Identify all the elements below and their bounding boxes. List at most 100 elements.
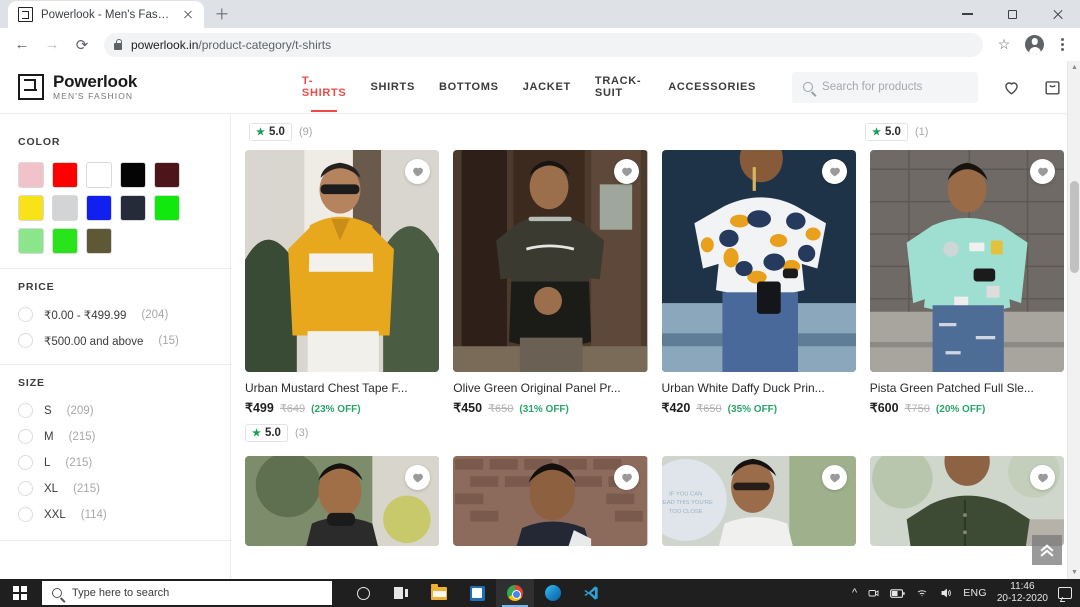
- product-card[interactable]: [453, 456, 648, 546]
- wishlist-button[interactable]: [1030, 159, 1055, 184]
- chevron-up-icon[interactable]: ^: [852, 587, 857, 599]
- google-chrome-icon[interactable]: [496, 579, 534, 607]
- camera-icon[interactable]: [867, 587, 880, 599]
- radio-icon[interactable]: [18, 429, 33, 444]
- wishlist-button[interactable]: [613, 465, 639, 490]
- scrollbar-thumb[interactable]: [1070, 181, 1079, 273]
- color-swatch-white[interactable]: [86, 162, 112, 188]
- color-swatch-pink[interactable]: [18, 162, 44, 188]
- product-image[interactable]: [245, 456, 440, 546]
- plus-icon[interactable]: [208, 0, 236, 28]
- product-card[interactable]: Pista Green Patched Full Sle... ₹600 ₹75…: [869, 150, 1064, 442]
- product-card[interactable]: Olive Green Original Panel Pr... ₹450 ₹6…: [453, 150, 648, 442]
- volume-icon[interactable]: [939, 587, 953, 599]
- nav-item-track-suit[interactable]: TRACK-SUIT: [595, 71, 644, 103]
- page-scrollbar[interactable]: ▲ ▼: [1067, 61, 1080, 579]
- wishlist-button[interactable]: [821, 465, 847, 490]
- cortana-icon[interactable]: [344, 579, 382, 607]
- close-icon[interactable]: [180, 7, 196, 23]
- filter-sidebar: COLOR PRICE ₹0.00 - ₹499.99 (204) ₹500.0…: [0, 114, 231, 579]
- visual-studio-code-icon[interactable]: [572, 579, 610, 607]
- product-card[interactable]: [245, 456, 440, 546]
- clock[interactable]: 11:46 20-12-2020: [997, 581, 1048, 606]
- product-title[interactable]: Olive Green Original Panel Pr...: [453, 381, 647, 395]
- notification-icon[interactable]: [1058, 587, 1072, 599]
- maximize-icon[interactable]: [990, 0, 1035, 28]
- reload-icon[interactable]: ⟳: [68, 31, 96, 59]
- product-title[interactable]: Urban Mustard Chest Tape F...: [245, 381, 439, 395]
- size-option-l[interactable]: L (215): [18, 455, 212, 470]
- color-swatch-red[interactable]: [52, 162, 78, 188]
- scroll-to-top-button[interactable]: [1032, 535, 1062, 565]
- wifi-icon[interactable]: [915, 587, 929, 599]
- radio-icon[interactable]: [18, 455, 33, 470]
- nav-item-bottoms[interactable]: BOTTOMS: [439, 77, 499, 97]
- color-swatch-yellow[interactable]: [18, 195, 44, 221]
- product-card[interactable]: Urban White Daffy Duck Prin... ₹420 ₹650…: [661, 150, 856, 442]
- product-card[interactable]: Urban Mustard Chest Tape F... ₹499 ₹649 …: [245, 150, 440, 442]
- product-image[interactable]: [453, 456, 648, 546]
- browser-tab[interactable]: Powerlook - Men's Fashion: [8, 1, 204, 28]
- account-avatar-icon[interactable]: [1025, 35, 1044, 54]
- address-bar[interactable]: powerlook.in/product-category/t-shirts: [104, 32, 983, 57]
- wishlist-button[interactable]: [1030, 465, 1055, 490]
- size-option-s[interactable]: S (209): [18, 403, 212, 418]
- nav-item-t-shirts[interactable]: T-SHIRTS: [302, 71, 347, 103]
- product-title[interactable]: Pista Green Patched Full Sle...: [870, 381, 1064, 395]
- radio-icon[interactable]: [18, 307, 33, 322]
- size-option-xxl[interactable]: XXL (114): [18, 507, 212, 522]
- price-option-0[interactable]: ₹0.00 - ₹499.99 (204): [18, 307, 212, 322]
- product-title[interactable]: Urban White Daffy Duck Prin...: [662, 381, 856, 395]
- arrow-left-icon[interactable]: ←: [8, 31, 36, 59]
- battery-icon[interactable]: [890, 588, 905, 599]
- color-swatch-black[interactable]: [120, 162, 146, 188]
- task-view-icon[interactable]: [382, 579, 420, 607]
- product-image[interactable]: [661, 150, 856, 372]
- size-option-m[interactable]: M (215): [18, 429, 212, 444]
- kebab-menu-icon[interactable]: [1052, 38, 1072, 51]
- size-option-xl[interactable]: XL (215): [18, 481, 212, 496]
- color-swatch-maroon[interactable]: [154, 162, 180, 188]
- taskbar-search-input[interactable]: Type here to search: [42, 581, 332, 605]
- product-card[interactable]: [869, 456, 1064, 546]
- wishlist-icon[interactable]: [1002, 78, 1021, 97]
- product-image[interactable]: [245, 150, 440, 372]
- color-swatch-olive[interactable]: [86, 228, 112, 254]
- color-swatch-pista-green[interactable]: [18, 228, 44, 254]
- windows-start-icon[interactable]: [0, 579, 40, 607]
- color-swatch-light-grey[interactable]: [52, 195, 78, 221]
- product-image[interactable]: IF YOU CAN READ THIS YOU'RE TOO CLOSE: [661, 456, 856, 546]
- wishlist-button[interactable]: [821, 159, 847, 184]
- product-image[interactable]: [869, 150, 1064, 372]
- scroll-down-arrow-icon[interactable]: ▼: [1068, 566, 1080, 579]
- microsoft-store-icon[interactable]: [458, 579, 496, 607]
- site-logo[interactable]: Powerlook MEN'S FASHION: [18, 73, 296, 101]
- color-swatch-bright-green[interactable]: [52, 228, 78, 254]
- product-image[interactable]: [453, 150, 648, 372]
- scroll-up-arrow-icon[interactable]: ▲: [1068, 61, 1080, 74]
- color-swatch-blue[interactable]: [86, 195, 112, 221]
- star-icon[interactable]: ☆: [991, 32, 1017, 58]
- nav-item-jacket[interactable]: JACKET: [523, 77, 571, 97]
- nav-item-accessories[interactable]: ACCESSORIES: [668, 77, 756, 97]
- nav-item-shirts[interactable]: SHIRTS: [370, 77, 415, 97]
- language-indicator[interactable]: ENG: [963, 587, 987, 599]
- search-input[interactable]: Search for products: [792, 71, 978, 103]
- product-image[interactable]: [869, 456, 1064, 546]
- color-swatch-navy[interactable]: [120, 195, 146, 221]
- radio-icon[interactable]: [18, 507, 33, 522]
- shopping-bag-icon[interactable]: [1043, 78, 1062, 97]
- file-explorer-icon[interactable]: [420, 579, 458, 607]
- price-option-1[interactable]: ₹500.00 and above (15): [18, 333, 212, 348]
- radio-icon[interactable]: [18, 403, 33, 418]
- radio-icon[interactable]: [18, 481, 33, 496]
- radio-icon[interactable]: [18, 333, 33, 348]
- minimize-icon[interactable]: [945, 0, 990, 28]
- arrow-right-icon[interactable]: →: [38, 31, 66, 59]
- color-swatch-green[interactable]: [154, 195, 180, 221]
- wishlist-button[interactable]: [613, 159, 639, 184]
- microsoft-edge-icon[interactable]: [534, 579, 572, 607]
- tab-strip: Powerlook - Men's Fashion: [0, 0, 1080, 28]
- product-card[interactable]: IF YOU CAN READ THIS YOU'RE TOO CLOSE: [661, 456, 856, 546]
- close-icon[interactable]: [1035, 0, 1080, 28]
